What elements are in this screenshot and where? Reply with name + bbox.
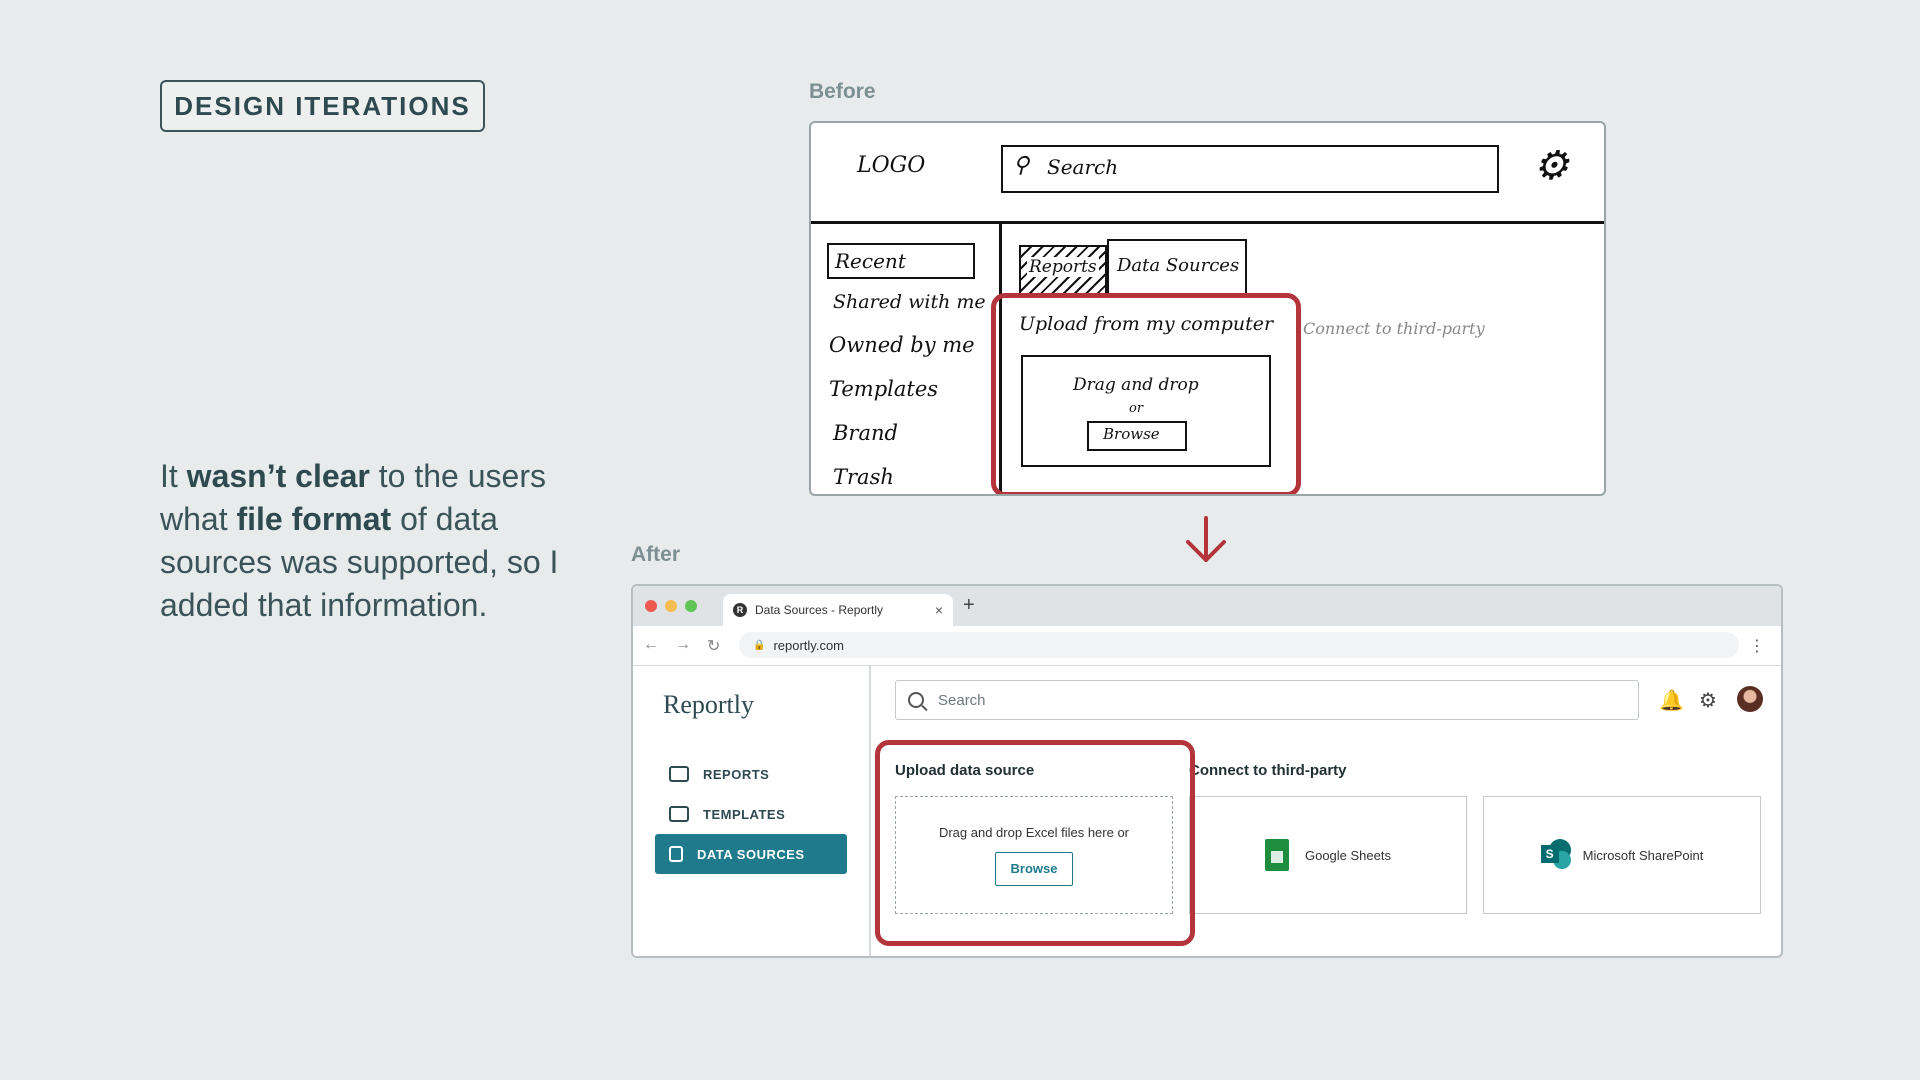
note-text-1: It [160, 458, 187, 494]
sketch-nav-recent: Recent [835, 249, 906, 273]
app-sidebar: Reportly REPORTS TEMPLATES DATA SOURCES [633, 666, 871, 956]
note-bold-1: wasn’t clear [186, 458, 370, 494]
new-tab-button[interactable]: + [963, 594, 975, 617]
browser-window: R Data Sources - Reportly × + ← → ↻ 🔒 re… [631, 584, 1783, 958]
favicon-icon: R [733, 603, 747, 617]
address-bar-row: ← → ↻ 🔒 reportly.com ⋮ [633, 626, 1781, 666]
reports-icon [669, 766, 689, 782]
url-input[interactable]: 🔒 reportly.com [739, 632, 1739, 658]
tab-title: Data Sources - Reportly [755, 603, 884, 617]
sketch-header-divider [811, 221, 1604, 224]
url-text: reportly.com [773, 637, 845, 653]
browser-tabbar: R Data Sources - Reportly × + [633, 586, 1781, 626]
highlight-frame [875, 740, 1195, 946]
sidebar-item-templates[interactable]: TEMPLATES [655, 794, 847, 834]
app-brand: Reportly [663, 690, 754, 719]
design-note: It wasn’t clear to the users what file f… [160, 455, 580, 627]
sharepoint-icon: S [1540, 839, 1573, 871]
reload-icon[interactable]: ↻ [707, 636, 720, 656]
sketch-tab-datasources-label: Data Sources [1117, 255, 1240, 276]
forward-icon[interactable]: → [675, 636, 691, 654]
section-badge: DESIGN ITERATIONS [160, 80, 485, 132]
google-sheets-card[interactable]: Google Sheets [1189, 796, 1467, 914]
sidebar-item-label: DATA SOURCES [697, 846, 805, 862]
before-label: Before [809, 80, 876, 103]
search-placeholder: Search [938, 691, 986, 709]
window-minimize-icon[interactable] [665, 600, 677, 612]
before-sketch: LOGO ⚲ Search ⚙ Recent Shared with me Ow… [809, 121, 1606, 496]
sketch-third-party: Connect to third-party [1303, 319, 1485, 338]
document-icon [669, 846, 683, 862]
sketch-highlight-frame [991, 293, 1301, 494]
sidebar-item-label: REPORTS [703, 766, 770, 782]
lock-icon: 🔒 [753, 639, 766, 651]
after-label: After [631, 543, 681, 566]
back-icon[interactable]: ← [643, 636, 659, 654]
bell-icon[interactable]: 🔔 [1659, 688, 1684, 713]
sharepoint-card[interactable]: S Microsoft SharePoint [1483, 796, 1761, 914]
avatar[interactable] [1737, 686, 1763, 712]
sketch-nav-shared: Shared with me [833, 291, 986, 313]
tab-close-icon[interactable]: × [935, 602, 943, 618]
sketch-tab-reports-label: Reports [1027, 257, 1099, 277]
sketch-nav-brand: Brand [833, 421, 898, 445]
gear-icon[interactable]: ⚙ [1699, 688, 1717, 713]
card-label: Microsoft SharePoint [1582, 847, 1704, 863]
sketch-logo: LOGO [857, 153, 926, 178]
sketch-search-icon: ⚲ [1013, 153, 1030, 178]
note-bold-2: file format [236, 501, 392, 537]
browser-menu-icon[interactable]: ⋮ [1749, 636, 1765, 656]
down-arrow-icon [1186, 516, 1226, 562]
sidebar-item-data-sources[interactable]: DATA SOURCES [655, 834, 847, 874]
sketch-gear-icon: ⚙ [1533, 143, 1569, 189]
card-label: Google Sheets [1304, 847, 1391, 863]
sketch-nav-trash: Trash [833, 465, 894, 489]
sidebar-item-label: TEMPLATES [703, 806, 786, 822]
browser-tab[interactable]: R Data Sources - Reportly × [723, 594, 953, 626]
search-icon [908, 692, 924, 708]
sidebar-item-reports[interactable]: REPORTS [655, 754, 847, 794]
sketch-search-text: Search [1047, 155, 1119, 179]
sketch-nav-templates: Templates [829, 377, 939, 401]
third-party-title: Connect to third-party [1189, 762, 1347, 779]
window-maximize-icon[interactable] [685, 600, 697, 612]
sketch-nav-owned: Owned by me [829, 333, 975, 357]
search-input[interactable]: Search [895, 680, 1639, 720]
templates-icon [669, 806, 689, 822]
google-sheets-icon [1264, 839, 1289, 871]
window-close-icon[interactable] [645, 600, 657, 612]
